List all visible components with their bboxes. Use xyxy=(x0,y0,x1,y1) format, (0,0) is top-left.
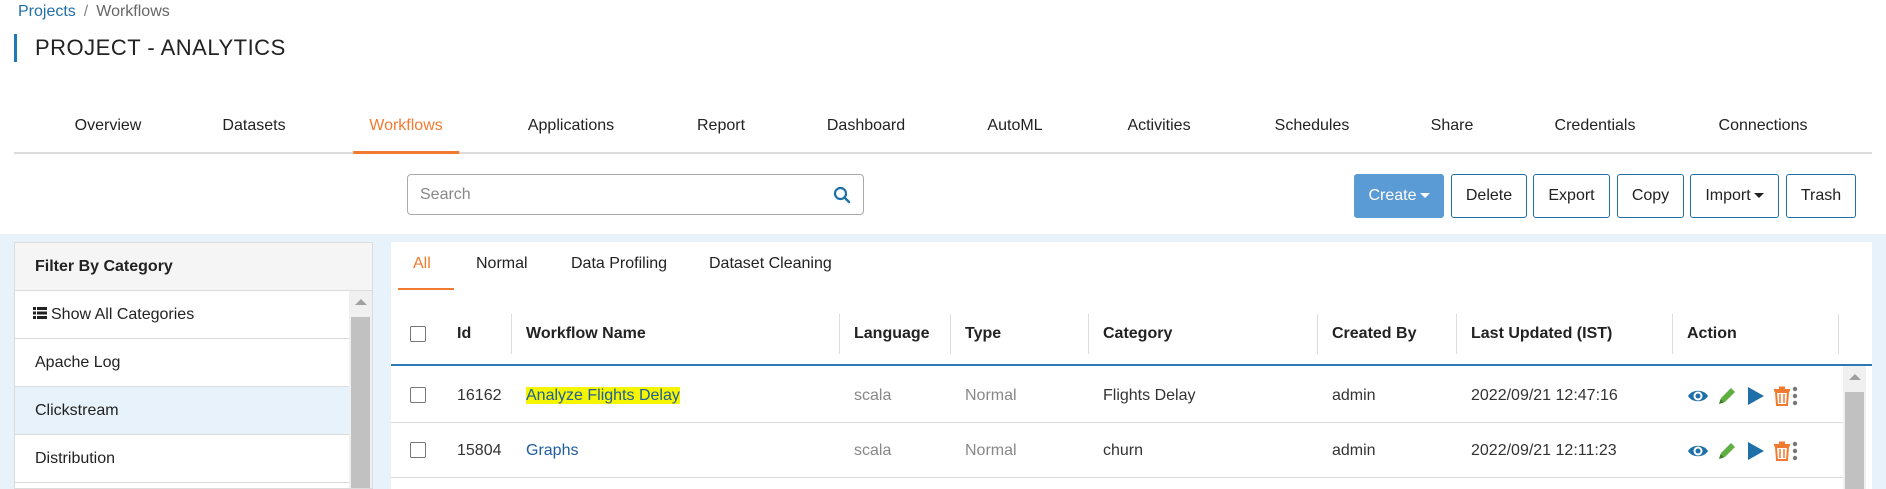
show-all-categories[interactable]: Show All Categories xyxy=(15,291,349,339)
subtab-dataset-cleaning[interactable]: Dataset Cleaning xyxy=(709,250,832,290)
sidebar-item-clickstream[interactable]: Clickstream xyxy=(15,387,349,435)
tab-workflows[interactable]: Workflows xyxy=(353,106,459,154)
search-input[interactable] xyxy=(408,175,808,214)
sidebar-item-distribution[interactable]: Distribution xyxy=(15,435,349,483)
copy-button[interactable]: Copy xyxy=(1617,174,1684,218)
row-checkbox[interactable] xyxy=(410,442,426,458)
kebab-icon[interactable] xyxy=(1790,385,1800,407)
tab-share[interactable]: Share xyxy=(1415,106,1490,154)
table-scrollbar[interactable] xyxy=(1843,366,1866,489)
cell-type: Normal xyxy=(965,442,1017,459)
breadcrumb-projects-link[interactable]: Projects xyxy=(18,3,76,20)
tab-overview[interactable]: Overview xyxy=(59,106,158,154)
play-icon[interactable] xyxy=(1744,385,1766,407)
trash-button[interactable]: Trash xyxy=(1786,174,1856,218)
sidebar-scrollbar[interactable] xyxy=(349,291,372,488)
tab-credentials[interactable]: Credentials xyxy=(1539,106,1652,154)
workflow-list-panel: All Normal Data Profiling Dataset Cleani… xyxy=(391,242,1872,489)
subtab-all[interactable]: All xyxy=(398,250,454,290)
import-button-label: Import xyxy=(1705,187,1751,204)
column-header-action: Action xyxy=(1687,325,1737,342)
tab-report[interactable]: Report xyxy=(681,106,761,154)
breadcrumb-current: Workflows xyxy=(96,3,170,20)
category-filter-sidebar: Filter By Category Show All Categories A… xyxy=(14,242,373,489)
eye-icon[interactable] xyxy=(1687,440,1709,462)
cell-last-updated: 2022/09/21 12:47:16 xyxy=(1471,387,1618,404)
cell-created-by: admin xyxy=(1332,387,1376,404)
list-icon xyxy=(33,307,47,320)
tab-dashboard[interactable]: Dashboard xyxy=(811,106,921,154)
column-header-language[interactable]: Language xyxy=(840,314,930,354)
create-button[interactable]: Create xyxy=(1354,174,1444,218)
column-header-workflow-name[interactable]: Workflow Name xyxy=(512,314,646,354)
export-button[interactable]: Export xyxy=(1533,174,1610,218)
scrollbar-thumb[interactable] xyxy=(1845,392,1864,489)
tab-applications[interactable]: Applications xyxy=(512,106,630,154)
tab-activities[interactable]: Activities xyxy=(1111,106,1206,154)
cell-created-by: admin xyxy=(1332,442,1376,459)
subtab-normal[interactable]: Normal xyxy=(476,250,528,290)
chevron-down-icon xyxy=(1419,193,1430,199)
page-title: PROJECT - ANALYTICS xyxy=(14,34,286,62)
scrollbar-thumb[interactable] xyxy=(351,317,370,488)
table-row: 16162 Analyze Flights Delay scala Normal… xyxy=(391,368,1843,423)
main-tab-bar: Overview Datasets Workflows Applications… xyxy=(14,106,1872,154)
create-button-label: Create xyxy=(1368,187,1417,204)
column-header-id[interactable]: Id xyxy=(443,314,471,354)
show-all-categories-label: Show All Categories xyxy=(51,306,195,323)
chevron-down-icon xyxy=(1753,193,1764,199)
workflow-name-link[interactable]: Analyze Flights Delay xyxy=(526,387,680,404)
search-icon[interactable] xyxy=(833,186,851,204)
pencil-icon[interactable] xyxy=(1716,385,1738,407)
scroll-up-arrow-icon[interactable] xyxy=(1849,374,1861,380)
table-header: Id Workflow Name Language Type Category … xyxy=(391,302,1872,366)
delete-button[interactable]: Delete xyxy=(1451,174,1527,218)
sidebar-item-apache-log[interactable]: Apache Log xyxy=(15,339,349,387)
scroll-up-arrow-icon[interactable] xyxy=(355,299,367,305)
row-checkbox[interactable] xyxy=(410,387,426,403)
play-icon[interactable] xyxy=(1744,440,1766,462)
cell-language: scala xyxy=(854,387,892,404)
cell-category: churn xyxy=(1103,442,1144,459)
cell-id: 16162 xyxy=(457,387,502,404)
sidebar-header: Filter By Category xyxy=(15,243,372,291)
cell-id: 15804 xyxy=(457,442,502,459)
cell-last-updated: 2022/09/21 12:11:23 xyxy=(1471,442,1617,459)
table-row: 15804 Graphs scala Normal churn admin 20… xyxy=(391,423,1843,478)
column-header-type[interactable]: Type xyxy=(951,314,1001,354)
subtab-data-profiling[interactable]: Data Profiling xyxy=(571,250,667,290)
tab-schedules[interactable]: Schedules xyxy=(1259,106,1366,154)
pencil-icon[interactable] xyxy=(1716,440,1738,462)
column-divider xyxy=(1838,314,1839,354)
cell-type: Normal xyxy=(965,387,1017,404)
tab-connections[interactable]: Connections xyxy=(1703,106,1824,154)
tab-automl[interactable]: AutoML xyxy=(971,106,1058,154)
cell-category: Flights Delay xyxy=(1103,387,1196,404)
column-header-created-by[interactable]: Created By xyxy=(1318,314,1416,354)
import-button[interactable]: Import xyxy=(1690,174,1779,218)
kebab-icon[interactable] xyxy=(1790,440,1800,462)
cell-language: scala xyxy=(854,442,892,459)
column-header-last-updated[interactable]: Last Updated (IST) xyxy=(1457,314,1612,354)
breadcrumb-separator: / xyxy=(83,3,89,20)
breadcrumb: Projects / Workflows xyxy=(18,3,170,21)
workflow-name-link[interactable]: Graphs xyxy=(526,442,578,459)
eye-icon[interactable] xyxy=(1687,385,1709,407)
column-header-category[interactable]: Category xyxy=(1089,314,1172,354)
search-box xyxy=(407,174,864,215)
tab-datasets[interactable]: Datasets xyxy=(206,106,301,154)
select-all-checkbox[interactable] xyxy=(410,326,426,342)
